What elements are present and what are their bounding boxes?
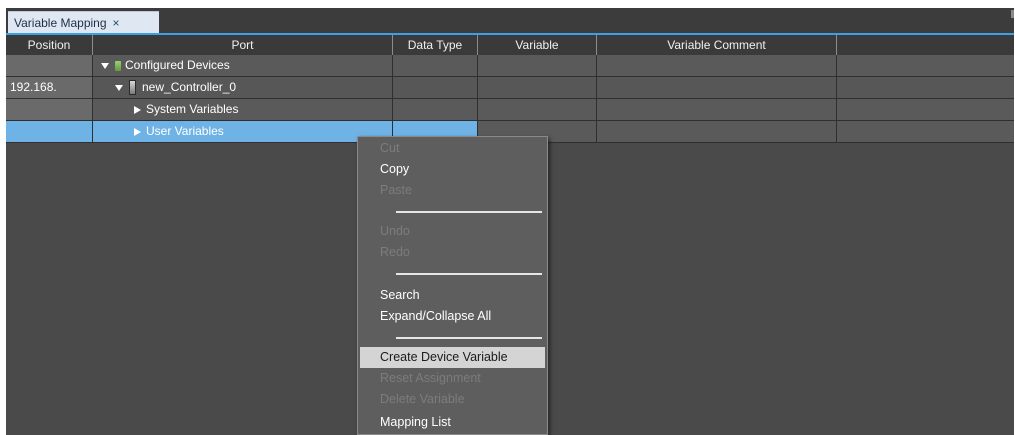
menu-item-create-device-variable[interactable]: Create Device Variable [360, 347, 545, 368]
port-cell: User Variables [93, 121, 393, 142]
menu-item-copy[interactable]: Copy [358, 159, 547, 180]
table-row[interactable]: System Variables [6, 99, 1014, 121]
port-label: System Variables [146, 102, 239, 116]
column-header-position[interactable]: Position [6, 35, 93, 55]
triangle-right-icon[interactable] [134, 127, 141, 136]
tab-variable-mapping[interactable]: Variable Mapping × [8, 11, 159, 33]
variable-mapping-pane: Variable Mapping × Position Port Data Typ… [6, 8, 1014, 435]
variable-comment-cell [597, 121, 837, 142]
variable-cell [478, 55, 597, 76]
tab-bar: Variable Mapping × [6, 8, 1014, 33]
position-cell [6, 121, 93, 142]
variable-comment-cell [597, 99, 837, 120]
filler-cell [837, 99, 1014, 120]
data-type-cell [393, 99, 478, 120]
tab-title: Variable Mapping [14, 16, 107, 30]
menu-separator [396, 337, 542, 339]
variable-comment-cell [597, 55, 837, 76]
menu-item-reset-assignment[interactable]: Reset Assignment [358, 368, 547, 389]
port-label: Configured Devices [125, 58, 230, 72]
port-cell: new_Controller_0 [93, 77, 393, 98]
context-menu: Cut Copy Paste Undo Redo Search Expand/C… [357, 136, 548, 435]
port-cell: Configured Devices [93, 55, 393, 76]
variable-cell [478, 77, 597, 98]
filler-cell [837, 55, 1014, 76]
menu-item-cut[interactable]: Cut [358, 138, 547, 159]
menu-item-paste[interactable]: Paste [358, 180, 547, 201]
column-header-data-type[interactable]: Data Type [393, 35, 478, 55]
table-row[interactable]: Configured Devices [6, 55, 1014, 77]
menu-item-expand-collapse-all[interactable]: Expand/Collapse All [358, 306, 547, 327]
port-cell: System Variables [93, 99, 393, 120]
controller-icon [129, 80, 136, 96]
port-label: User Variables [146, 124, 224, 138]
triangle-down-icon[interactable] [115, 84, 123, 91]
menu-separator [396, 273, 542, 275]
menu-item-delete-variable[interactable]: Delete Variable [358, 389, 547, 410]
data-type-cell [393, 55, 478, 76]
column-header-port[interactable]: Port [93, 35, 393, 55]
table-row[interactable]: 192.168. new_Controller_0 [6, 77, 1014, 99]
position-cell [6, 99, 93, 120]
menu-separator [396, 211, 542, 213]
variable-cell [478, 99, 597, 120]
scroll-marker [1011, 10, 1014, 18]
menu-item-mapping-list[interactable]: Mapping List [358, 412, 547, 433]
filler-cell [837, 77, 1014, 98]
menu-item-search[interactable]: Search [358, 285, 547, 306]
column-header-variable[interactable]: Variable [478, 35, 597, 55]
port-label: new_Controller_0 [142, 80, 237, 94]
device-group-icon [115, 60, 121, 71]
position-cell [6, 55, 93, 76]
position-cell: 192.168. [6, 77, 93, 98]
filler-cell [837, 121, 1014, 142]
close-icon[interactable]: × [113, 16, 120, 30]
column-header-variable-comment[interactable]: Variable Comment [597, 35, 837, 55]
triangle-right-icon[interactable] [134, 105, 141, 114]
data-type-cell [393, 77, 478, 98]
triangle-down-icon[interactable] [101, 62, 109, 69]
variable-comment-cell [597, 77, 837, 98]
grid-header: Position Port Data Type Variable Variabl… [6, 35, 1014, 55]
menu-item-redo[interactable]: Redo [358, 242, 547, 263]
menu-item-undo[interactable]: Undo [358, 221, 547, 242]
